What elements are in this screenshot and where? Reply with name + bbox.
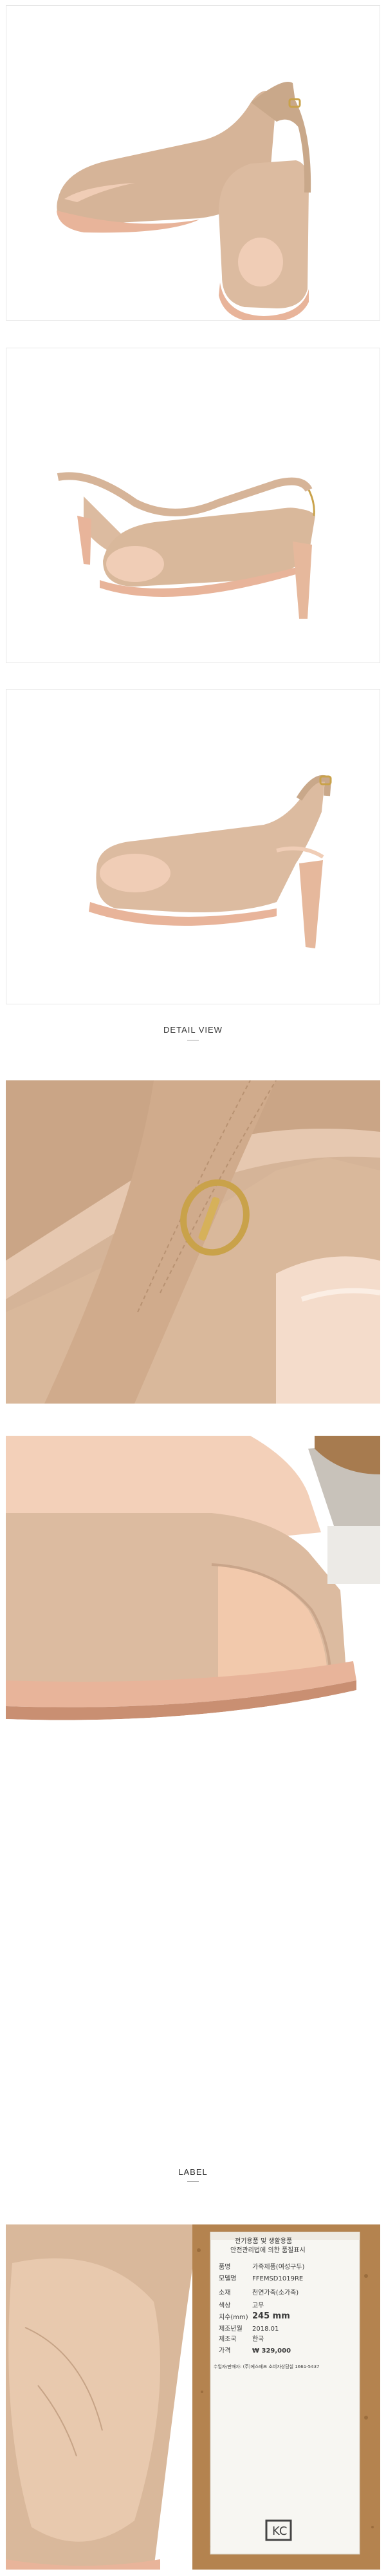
detail-photo-toe: [6, 1436, 380, 1759]
label-row-value: 가죽제품(여성구두): [252, 2264, 305, 2271]
label-row-value: 2018.01: [252, 2326, 279, 2333]
label-tag-header-1: 전기용품 및 생활용품: [235, 2238, 293, 2245]
detail-photo-buckle: [6, 1080, 380, 1404]
label-heading: LABEL: [178, 2167, 208, 2177]
label-row-value: 한국: [252, 2336, 264, 2343]
label-tag-header-2: 안전관리법에 의한 품질표시: [230, 2247, 306, 2254]
label-row-key: 색상: [219, 2302, 231, 2309]
shoe-profile-image: [6, 690, 380, 1004]
label-row-value: 고무: [252, 2302, 264, 2309]
toe-closeup-image: [6, 1436, 380, 1759]
label-row-key: 소재: [219, 2289, 231, 2297]
label-row-key: 제조국: [219, 2336, 237, 2343]
svg-text:KC: KC: [272, 2524, 287, 2538]
shoe-side-image: [6, 348, 380, 663]
label-row-key: 품명: [219, 2264, 231, 2271]
product-photo-1: [6, 5, 380, 321]
label-row-key: 치수(mm): [219, 2314, 248, 2321]
label-row-value: ₩ 329,000: [252, 2347, 291, 2355]
product-photo-2: [6, 348, 380, 663]
insole-label-image: KC: [6, 2224, 380, 2570]
detail-view-heading: DETAIL VIEW: [163, 1025, 223, 1035]
buckle-closeup-image: [6, 1080, 380, 1404]
label-tag-footer: 수입자/판매자: (주)에스에프 소비자상담실 1661-5437: [214, 2364, 320, 2369]
label-row-key: 모델명: [219, 2275, 237, 2282]
label-row-key: 제조년월: [219, 2326, 243, 2333]
label-rule: [187, 2181, 199, 2182]
label-photo: KC: [6, 2224, 380, 2570]
label-row-value: 245 mm: [252, 2311, 290, 2321]
label-row-value: 천연가죽(소가죽): [252, 2289, 299, 2297]
product-photo-3: [6, 689, 380, 1004]
label-row-value: FFEMSD1019RE: [252, 2275, 304, 2282]
label-row-key: 가격: [219, 2347, 231, 2355]
shoe-pair-image: [6, 6, 380, 320]
